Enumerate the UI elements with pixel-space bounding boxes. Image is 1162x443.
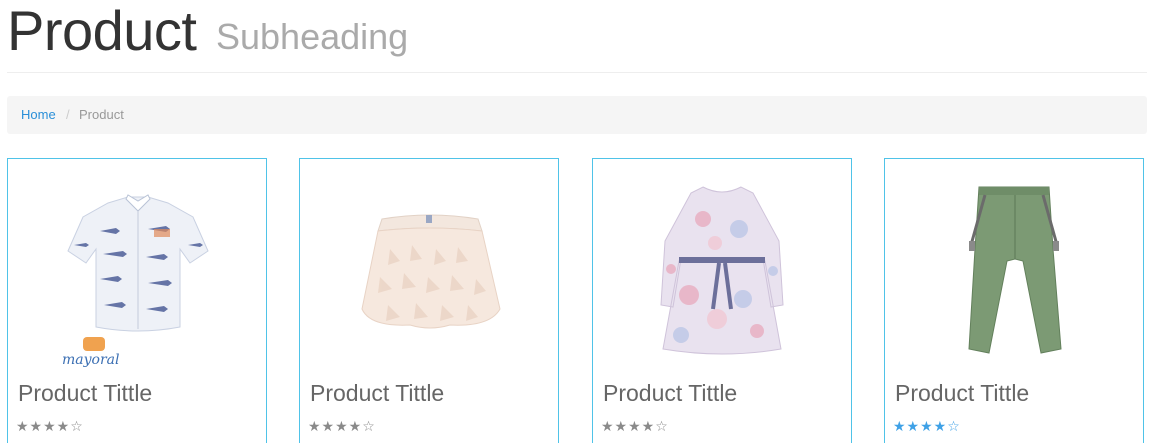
- product-card[interactable]: Product Tittle ★★★★☆: [592, 158, 852, 443]
- rating-stars: ★★★★☆: [16, 419, 84, 435]
- product-card[interactable]: Product Tittle ★★★★☆: [884, 158, 1144, 443]
- dress-icon[interactable]: [593, 159, 851, 374]
- product-title[interactable]: Product Tittle: [310, 379, 444, 407]
- breadcrumb-current: Product: [79, 107, 124, 122]
- shirt-icon[interactable]: mayoral: [8, 159, 266, 374]
- product-title[interactable]: Product Tittle: [895, 379, 1029, 407]
- page-title: Product: [7, 0, 197, 62]
- product-title[interactable]: Product Tittle: [603, 379, 737, 407]
- breadcrumb-separator: /: [66, 107, 70, 122]
- pants-icon[interactable]: [885, 159, 1143, 374]
- product-title[interactable]: Product Tittle: [18, 379, 152, 407]
- product-card[interactable]: mayoral Product Tittle ★★★★☆: [7, 158, 267, 443]
- rating-stars: ★★★★☆: [601, 419, 669, 435]
- page-subtitle: Subheading: [216, 16, 409, 57]
- rating-stars: ★★★★☆: [893, 419, 961, 435]
- skirt-icon[interactable]: [300, 159, 558, 374]
- breadcrumb: Home / Product: [7, 96, 1147, 134]
- page-header: Product Subheading: [7, 0, 1147, 73]
- product-card[interactable]: Product Tittle ★★★★☆: [299, 158, 559, 443]
- product-page: Product Subheading Home / Product mayora…: [0, 0, 1162, 443]
- rating-stars: ★★★★☆: [308, 419, 376, 435]
- brand-logo: mayoral: [62, 337, 119, 368]
- breadcrumb-home-link[interactable]: Home: [21, 96, 56, 134]
- brand-logo-text: mayoral: [62, 352, 119, 368]
